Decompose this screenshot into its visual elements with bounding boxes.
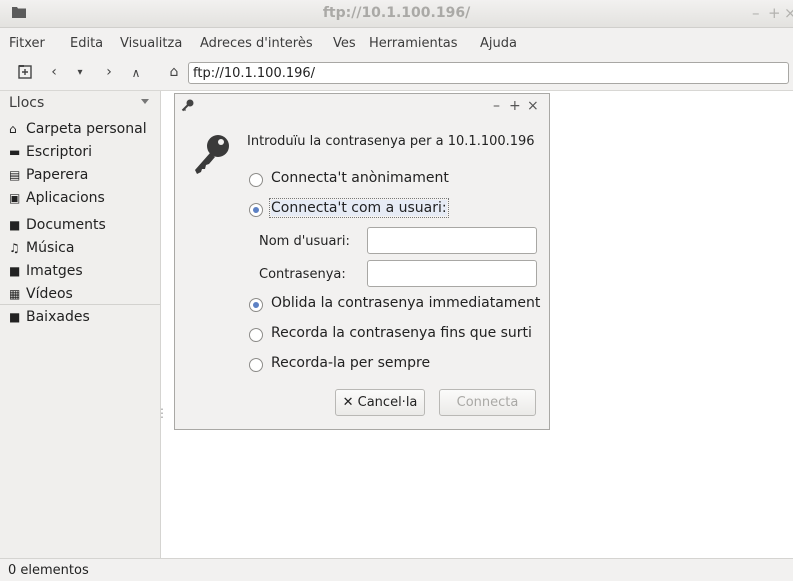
trash-icon: ▤ (9, 168, 21, 182)
sidebar-item-documents[interactable]: ■ Documents (9, 217, 106, 233)
folder-icon: ■ (9, 310, 21, 324)
home-icon[interactable]: ⌂ (166, 64, 182, 80)
window-title: ftp://10.1.100.196/ (322, 5, 471, 21)
dialog-minimize-button[interactable]: – (493, 98, 500, 114)
sidebar-item-aplicacions[interactable]: ▣ Aplicacions (9, 190, 105, 206)
desktop-icon: ▬ (9, 145, 21, 159)
remember-forever-radio[interactable] (249, 358, 263, 372)
menu-fitxer[interactable]: Fitxer (9, 36, 45, 51)
password-label: Contrasenya: (259, 267, 346, 282)
sidebar-item-escriptori[interactable]: ▬ Escriptori (9, 144, 92, 160)
username-field[interactable] (367, 227, 537, 254)
as-user-radio[interactable] (249, 203, 263, 217)
folder-icon: ■ (9, 218, 21, 232)
music-icon: ♫ (9, 241, 20, 255)
address-bar[interactable]: ftp://10.1.100.196/ (188, 62, 789, 84)
minimize-button[interactable]: – (752, 4, 760, 22)
close-button[interactable]: × (784, 4, 793, 22)
sidebar-item-paperera[interactable]: ▤ Paperera (9, 167, 88, 183)
menu-bar: Fitxer Edita Visualitza Adreces d'interè… (0, 28, 793, 58)
cancel-button-label: Cancel·la (357, 395, 418, 410)
password-dialog: – + × Introduïu la contrasenya per a 10.… (174, 93, 550, 430)
forget-password-label[interactable]: Oblida la contrasenya immediatament (271, 295, 540, 311)
places-sidebar: Llocs ⌂ Carpeta personal ▬ Escriptori ▤ Pap… (0, 91, 168, 558)
menu-ajuda[interactable]: Ajuda (480, 36, 517, 51)
dialog-prompt: Introduïu la contrasenya per a 10.1.100.… (247, 134, 535, 149)
chevron-down-icon[interactable] (141, 99, 149, 104)
menu-visualitza[interactable]: Visualitza (120, 36, 182, 51)
sidebar-item-musica[interactable]: ♫ Música (9, 240, 74, 256)
anonymous-radio-label[interactable]: Connecta't anònimament (271, 170, 449, 186)
menu-herramientas[interactable]: Herramientas (369, 36, 458, 51)
back-icon[interactable]: ‹ (46, 64, 62, 80)
new-tab-icon[interactable] (17, 64, 33, 83)
as-user-radio-label[interactable]: Connecta't com a usuari: (269, 198, 449, 218)
sidebar-separator (0, 304, 160, 305)
sidebar-item-baixades[interactable]: ■ Baixades (9, 309, 90, 325)
connect-button[interactable]: Connecta (439, 389, 536, 416)
remember-forever-label[interactable]: Recorda-la per sempre (271, 355, 430, 371)
cancel-button[interactable]: ✕ Cancel·la (335, 389, 425, 416)
address-text: ftp://10.1.100.196/ (193, 66, 316, 81)
status-text: 0 elementos (8, 563, 89, 578)
anonymous-radio[interactable] (249, 173, 263, 187)
forget-password-radio[interactable] (249, 298, 263, 312)
menu-adreces[interactable]: Adreces d'interès (200, 36, 313, 51)
title-bar: ftp://10.1.100.196/ – + × (0, 0, 793, 28)
key-icon (181, 98, 195, 116)
up-icon[interactable]: ∧ (128, 66, 144, 80)
username-label: Nom d'usuari: (259, 234, 350, 249)
menu-ves[interactable]: Ves (333, 36, 356, 51)
maximize-button[interactable]: + (768, 4, 781, 22)
resize-handle[interactable]: ⋮ (156, 406, 168, 420)
sidebar-item-videos[interactable]: ▦ Vídeos (9, 286, 73, 302)
dialog-maximize-button[interactable]: + (509, 98, 521, 114)
close-icon: ✕ (342, 395, 354, 410)
sidebar-item-imatges[interactable]: ■ Imatges (9, 263, 83, 279)
status-bar: 0 elementos (0, 558, 793, 581)
dialog-title-bar: – + × (175, 94, 549, 118)
remember-session-label[interactable]: Recorda la contrasenya fins que surti (271, 325, 532, 341)
home-icon: ⌂ (9, 122, 17, 136)
sidebar-item-carpeta-personal[interactable]: ⌂ Carpeta personal (9, 121, 147, 137)
dialog-close-button[interactable]: × (527, 98, 539, 114)
remember-session-radio[interactable] (249, 328, 263, 342)
video-icon: ▦ (9, 287, 21, 301)
key-icon (195, 135, 229, 174)
menu-edita[interactable]: Edita (70, 36, 103, 51)
password-field[interactable] (367, 260, 537, 287)
toolbar: ‹ ▾ › ∧ ⌂ ftp://10.1.100.196/ (0, 58, 793, 91)
forward-icon[interactable]: › (101, 64, 117, 80)
folder-icon: ■ (9, 264, 21, 278)
sidebar-header[interactable]: Llocs (9, 95, 44, 111)
applications-icon: ▣ (9, 191, 21, 205)
dropdown-icon[interactable]: ▾ (72, 67, 88, 78)
